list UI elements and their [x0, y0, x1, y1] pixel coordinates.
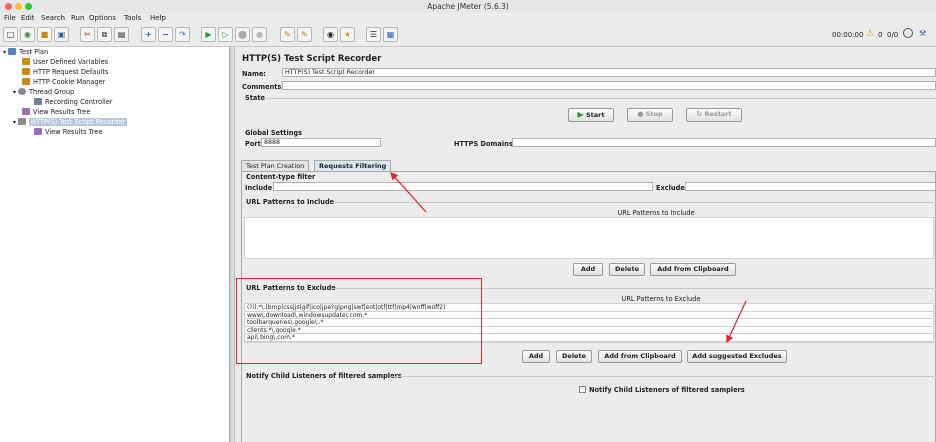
annotation-arrow-tab [390, 172, 427, 213]
annotation-arrow-suggested [726, 300, 747, 344]
annotation-arrows [390, 172, 747, 344]
